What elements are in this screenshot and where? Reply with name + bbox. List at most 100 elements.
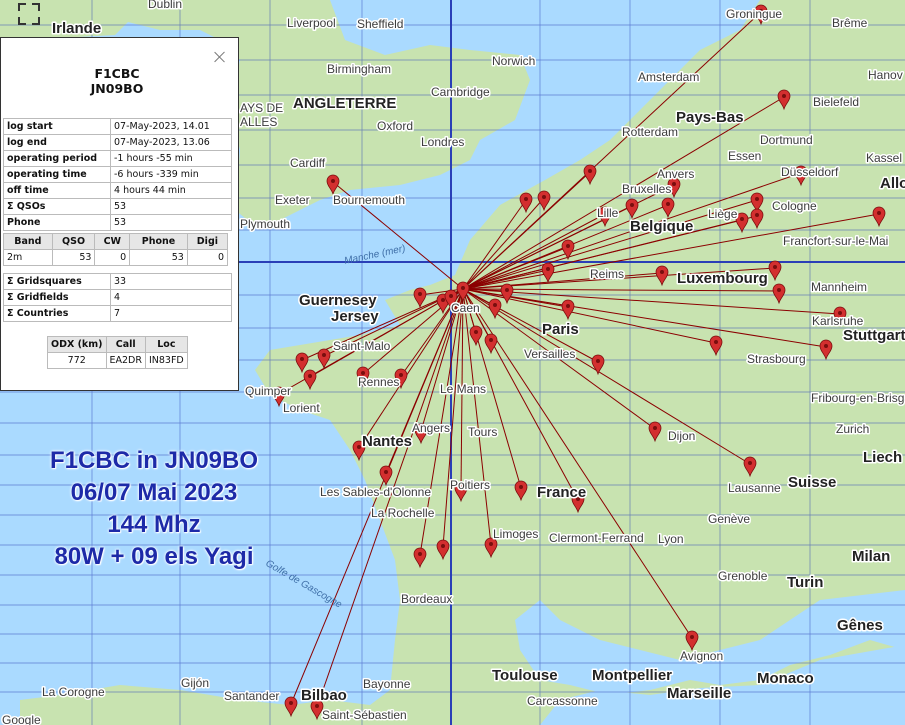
map-label: Luxembourg bbox=[677, 270, 768, 287]
row-label: Σ QSOs bbox=[3, 198, 111, 215]
map-label: La Corogne bbox=[42, 685, 105, 699]
map-label: Suisse bbox=[788, 474, 836, 491]
map-label: France bbox=[537, 484, 586, 501]
map-label: Guernesey bbox=[299, 292, 377, 309]
map-label: Bruxelles bbox=[622, 182, 671, 196]
summary-table: Σ Gridsquares 33 Σ Gridfields 4 Σ Countries 7 bbox=[3, 273, 232, 322]
table-cell: 0 bbox=[94, 249, 131, 266]
table-row: Σ Countries 7 bbox=[3, 305, 232, 322]
row-label: off time bbox=[3, 182, 111, 199]
table-row: Σ QSOs 53 bbox=[3, 198, 232, 215]
row-value: 4 bbox=[110, 289, 232, 306]
map-label: Santander bbox=[224, 689, 279, 703]
map-label: Rennes bbox=[358, 375, 399, 389]
table-cell: EA2DR bbox=[105, 352, 146, 369]
column-header: Digi bbox=[186, 233, 229, 250]
map-label: Düsseldorf bbox=[781, 165, 839, 179]
map-label: Carcassonne bbox=[527, 694, 598, 708]
column-header: Loc bbox=[144, 336, 188, 353]
map-label: Fribourg-en-Brisgau bbox=[811, 391, 905, 405]
table-row: Σ Gridfields 4 bbox=[3, 289, 232, 306]
table-cell: 2m bbox=[3, 249, 53, 266]
map-label: AYS DE bbox=[240, 101, 283, 115]
map-label: Exeter bbox=[275, 193, 310, 207]
map-label: Groningue bbox=[726, 7, 782, 21]
map-label: Norwich bbox=[492, 54, 535, 68]
row-value: -6 hours -339 min bbox=[110, 166, 232, 183]
map-label: Bielefeld bbox=[813, 95, 859, 109]
map-label: Karlsruhe bbox=[812, 314, 864, 328]
map-label: Poitiers bbox=[450, 478, 490, 492]
table-row: log end 07-May-2023, 13.06 bbox=[3, 134, 232, 151]
map-label: ALLES bbox=[240, 115, 277, 129]
map-label: Gijón bbox=[181, 676, 209, 690]
close-icon[interactable] bbox=[213, 50, 227, 64]
map-label: Quimper bbox=[245, 384, 291, 398]
map-label: Paris bbox=[542, 321, 579, 338]
map-label: Jersey bbox=[331, 308, 379, 325]
info-line-equipment: 80W + 09 els Yagi bbox=[54, 543, 254, 570]
row-value: 53 bbox=[110, 214, 232, 231]
row-label: Phone bbox=[3, 214, 111, 231]
info-line-band: 144 Mhz bbox=[107, 511, 201, 538]
table-cell: 53 bbox=[129, 249, 188, 266]
map-label: Essen bbox=[728, 149, 761, 163]
row-value: 53 bbox=[110, 198, 232, 215]
map-label: Allo bbox=[880, 175, 905, 192]
table-cell: 772 bbox=[47, 352, 107, 369]
table-row: log start 07-May-2023, 14.01 bbox=[3, 118, 232, 135]
log-info-window: F1CBC JN09BO log start 07-May-2023, 14.01… bbox=[0, 37, 239, 391]
map-label: ANGLETERRE bbox=[293, 95, 396, 112]
map-label: Francfort-sur-le-Mai bbox=[783, 234, 888, 248]
map-label: Liech bbox=[863, 449, 902, 466]
map-label: Cambridge bbox=[431, 85, 490, 99]
fullscreen-icon[interactable] bbox=[18, 3, 40, 25]
map-label: Irlande bbox=[52, 20, 101, 37]
map-label: Genève bbox=[708, 512, 750, 526]
column-header: QSO bbox=[51, 233, 96, 250]
map-label: Versailles bbox=[524, 347, 575, 361]
map-label: Toulouse bbox=[492, 667, 558, 684]
row-value: 07-May-2023, 13.06 bbox=[110, 134, 232, 151]
map-label: Liège bbox=[708, 207, 738, 221]
map-label: Sheffield bbox=[357, 17, 403, 31]
map-label: Plymouth bbox=[240, 217, 290, 231]
row-value: 7 bbox=[110, 305, 232, 322]
map-label: Strasbourg bbox=[747, 352, 806, 366]
map-label: Reims bbox=[590, 267, 624, 281]
map-label: Gênes bbox=[837, 617, 883, 634]
table-row: off time 4 hours 44 min bbox=[3, 182, 232, 199]
column-header: Phone bbox=[129, 233, 188, 250]
map-label: Pays-Bas bbox=[676, 109, 744, 126]
map-label: Brême bbox=[832, 16, 868, 30]
map-label: Monaco bbox=[757, 670, 814, 687]
map-label: Oxford bbox=[377, 119, 413, 133]
map-label: Bayonne bbox=[363, 677, 411, 691]
row-label: Σ Countries bbox=[3, 305, 111, 322]
column-header: Band bbox=[3, 233, 53, 250]
table-row: operating time -6 hours -339 min bbox=[3, 166, 232, 183]
row-value: -1 hours -55 min bbox=[110, 150, 232, 167]
column-header: Call bbox=[105, 336, 146, 353]
map-label: Amsterdam bbox=[638, 70, 699, 84]
table-cell: IN83FD bbox=[144, 352, 188, 369]
map-label: Dublin bbox=[148, 0, 182, 11]
row-label: operating period bbox=[3, 150, 111, 167]
map-label: Liverpool bbox=[287, 16, 336, 30]
map-label: Grenoble bbox=[718, 569, 768, 583]
map-label: Lorient bbox=[283, 401, 320, 415]
table-cell: 53 bbox=[51, 249, 96, 266]
map-label: Milan bbox=[852, 548, 890, 565]
table-row: Phone 53 bbox=[3, 214, 232, 231]
map-label: Le Mans bbox=[440, 382, 486, 396]
log-table: log start 07-May-2023, 14.01 log end 07-May… bbox=[3, 118, 232, 231]
map-label: Stuttgart bbox=[843, 327, 905, 344]
info-line-date: 06/07 Mai 2023 bbox=[70, 479, 238, 506]
map-label: Zurich bbox=[836, 422, 869, 436]
station-info-overlay: F1CBC in JN09BO 06/07 Mai 2023 144 Mhz 8… bbox=[24, 445, 284, 573]
map-label: Lausanne bbox=[728, 481, 781, 495]
column-header: ODX (km) bbox=[47, 336, 107, 353]
map-label: Birmingham bbox=[327, 62, 391, 76]
map-label: Turin bbox=[787, 574, 823, 591]
row-label: Σ Gridfields bbox=[3, 289, 111, 306]
